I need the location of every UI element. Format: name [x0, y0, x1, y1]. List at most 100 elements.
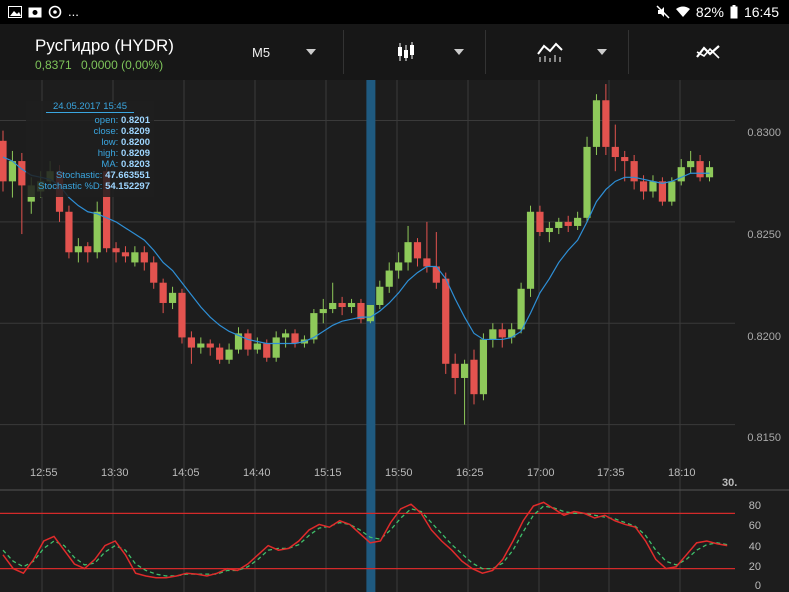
candlestick-icon [398, 42, 414, 61]
price-axis-label: 0.8250 [747, 229, 781, 241]
info-row-ma: MA: 0.8203 [101, 159, 150, 170]
trend-icon [696, 45, 720, 59]
candle-body [376, 286, 384, 305]
info-row-close: close: 0.8209 [93, 126, 150, 137]
status-left: ... [8, 3, 79, 21]
candle-body [329, 302, 337, 310]
time-axis-label: 14:40 [243, 467, 271, 479]
candle-body [526, 211, 535, 289]
time-axis-label: 12:55 [30, 467, 58, 479]
candle-body [668, 181, 676, 202]
osc-axis-label: 80 [748, 500, 761, 512]
candle-body [244, 333, 252, 350]
info-date: 24.05.2017 15:45 [46, 101, 134, 113]
candle-body [649, 181, 657, 192]
candle-body [84, 246, 92, 253]
candle-body [338, 302, 346, 308]
toolbar-divider [485, 30, 486, 74]
candle-body [498, 329, 506, 338]
candle-body [564, 221, 572, 226]
status-right: 82% 16:45 [656, 3, 779, 21]
candle-body [687, 161, 695, 168]
instrument-quote: 0,8371 0,0000 (0,00%) [35, 58, 169, 72]
chart-type-button[interactable] [396, 24, 476, 80]
stochastic-d-line [2, 505, 728, 577]
candle-body [658, 181, 666, 202]
candle-body [150, 262, 158, 283]
candle-body [263, 343, 271, 358]
indicators-button[interactable] [537, 24, 617, 80]
crosshair-info-box: 24.05.2017 15:45 open: 0.8201 close: 0.8… [26, 101, 154, 197]
timeframe-label: M5 [252, 44, 271, 60]
candle-body [395, 262, 403, 271]
candle-body [460, 363, 469, 378]
candle-body [282, 333, 290, 338]
candle-body [112, 248, 120, 253]
candle-body [479, 339, 488, 395]
candle-body [677, 167, 685, 182]
instrument-title[interactable]: РусГидро (HYDR) [35, 36, 174, 56]
candle-body [140, 252, 148, 263]
time-axis-label: 13:30 [101, 467, 129, 479]
time-axis-label: 17:35 [597, 467, 625, 479]
last-price: 0,8371 [35, 58, 72, 72]
chevron-down-icon [306, 49, 317, 55]
battery-icon [730, 5, 738, 19]
price-change: 0,0000 (0,00%) [81, 58, 164, 72]
time-axis-label: 14:05 [172, 467, 200, 479]
candle-body [611, 146, 619, 158]
time-axis-label: 16:25 [456, 467, 484, 479]
info-row-low: low: 0.8200 [101, 137, 150, 148]
candle-body [413, 242, 422, 259]
candle-body [216, 347, 224, 360]
candle-body [225, 349, 233, 360]
candle-body [583, 146, 591, 218]
candle-body [131, 252, 139, 263]
timeframe-button[interactable]: M5 [252, 24, 332, 80]
time-axis-label: 18:10 [668, 467, 696, 479]
time-axis-label: 17:00 [527, 467, 555, 479]
date-marker: 30. [722, 477, 738, 489]
sync-icon [48, 5, 62, 19]
candle-body [451, 363, 459, 378]
candle-body [197, 343, 205, 348]
candle-body [253, 343, 261, 350]
status-bar: ... 82% 16:45 [0, 0, 789, 24]
candle-body [319, 309, 327, 314]
candle-body [74, 246, 82, 253]
candle-body [187, 337, 195, 348]
candle-body [347, 302, 356, 308]
battery-percent: 82% [695, 4, 724, 20]
clock: 16:45 [743, 4, 779, 20]
osc-axis-label: 60 [748, 520, 761, 532]
wifi-icon [675, 6, 690, 17]
candle-body [93, 211, 101, 253]
candle-body [602, 100, 610, 147]
candle-body [0, 140, 7, 182]
crosshair-highlight [366, 80, 376, 592]
candle-body [168, 292, 177, 303]
candle-body [385, 270, 393, 287]
candle-body [545, 227, 553, 233]
chevron-down-icon [454, 49, 464, 55]
trend-button[interactable] [696, 24, 726, 80]
info-row-open: open: 0.8201 [94, 115, 150, 126]
time-axis-label: 15:15 [314, 467, 342, 479]
candle-body [574, 217, 582, 226]
candle-body [555, 221, 563, 228]
image-icon [8, 6, 22, 18]
price-axis-label: 0.8150 [747, 432, 781, 444]
candle-body [121, 252, 130, 257]
candle-body [470, 359, 478, 395]
mute-icon [656, 5, 670, 19]
notification-ellipsis: ... [68, 4, 79, 19]
candle-body [442, 278, 450, 364]
toolbar-divider [343, 30, 344, 74]
candle-body [65, 211, 73, 253]
candle-body [705, 167, 714, 178]
candle-body [517, 288, 525, 330]
osc-axis-label: 0 [754, 580, 761, 592]
photo-icon [28, 7, 42, 18]
candle-body [272, 337, 280, 358]
candle-body [366, 305, 374, 322]
